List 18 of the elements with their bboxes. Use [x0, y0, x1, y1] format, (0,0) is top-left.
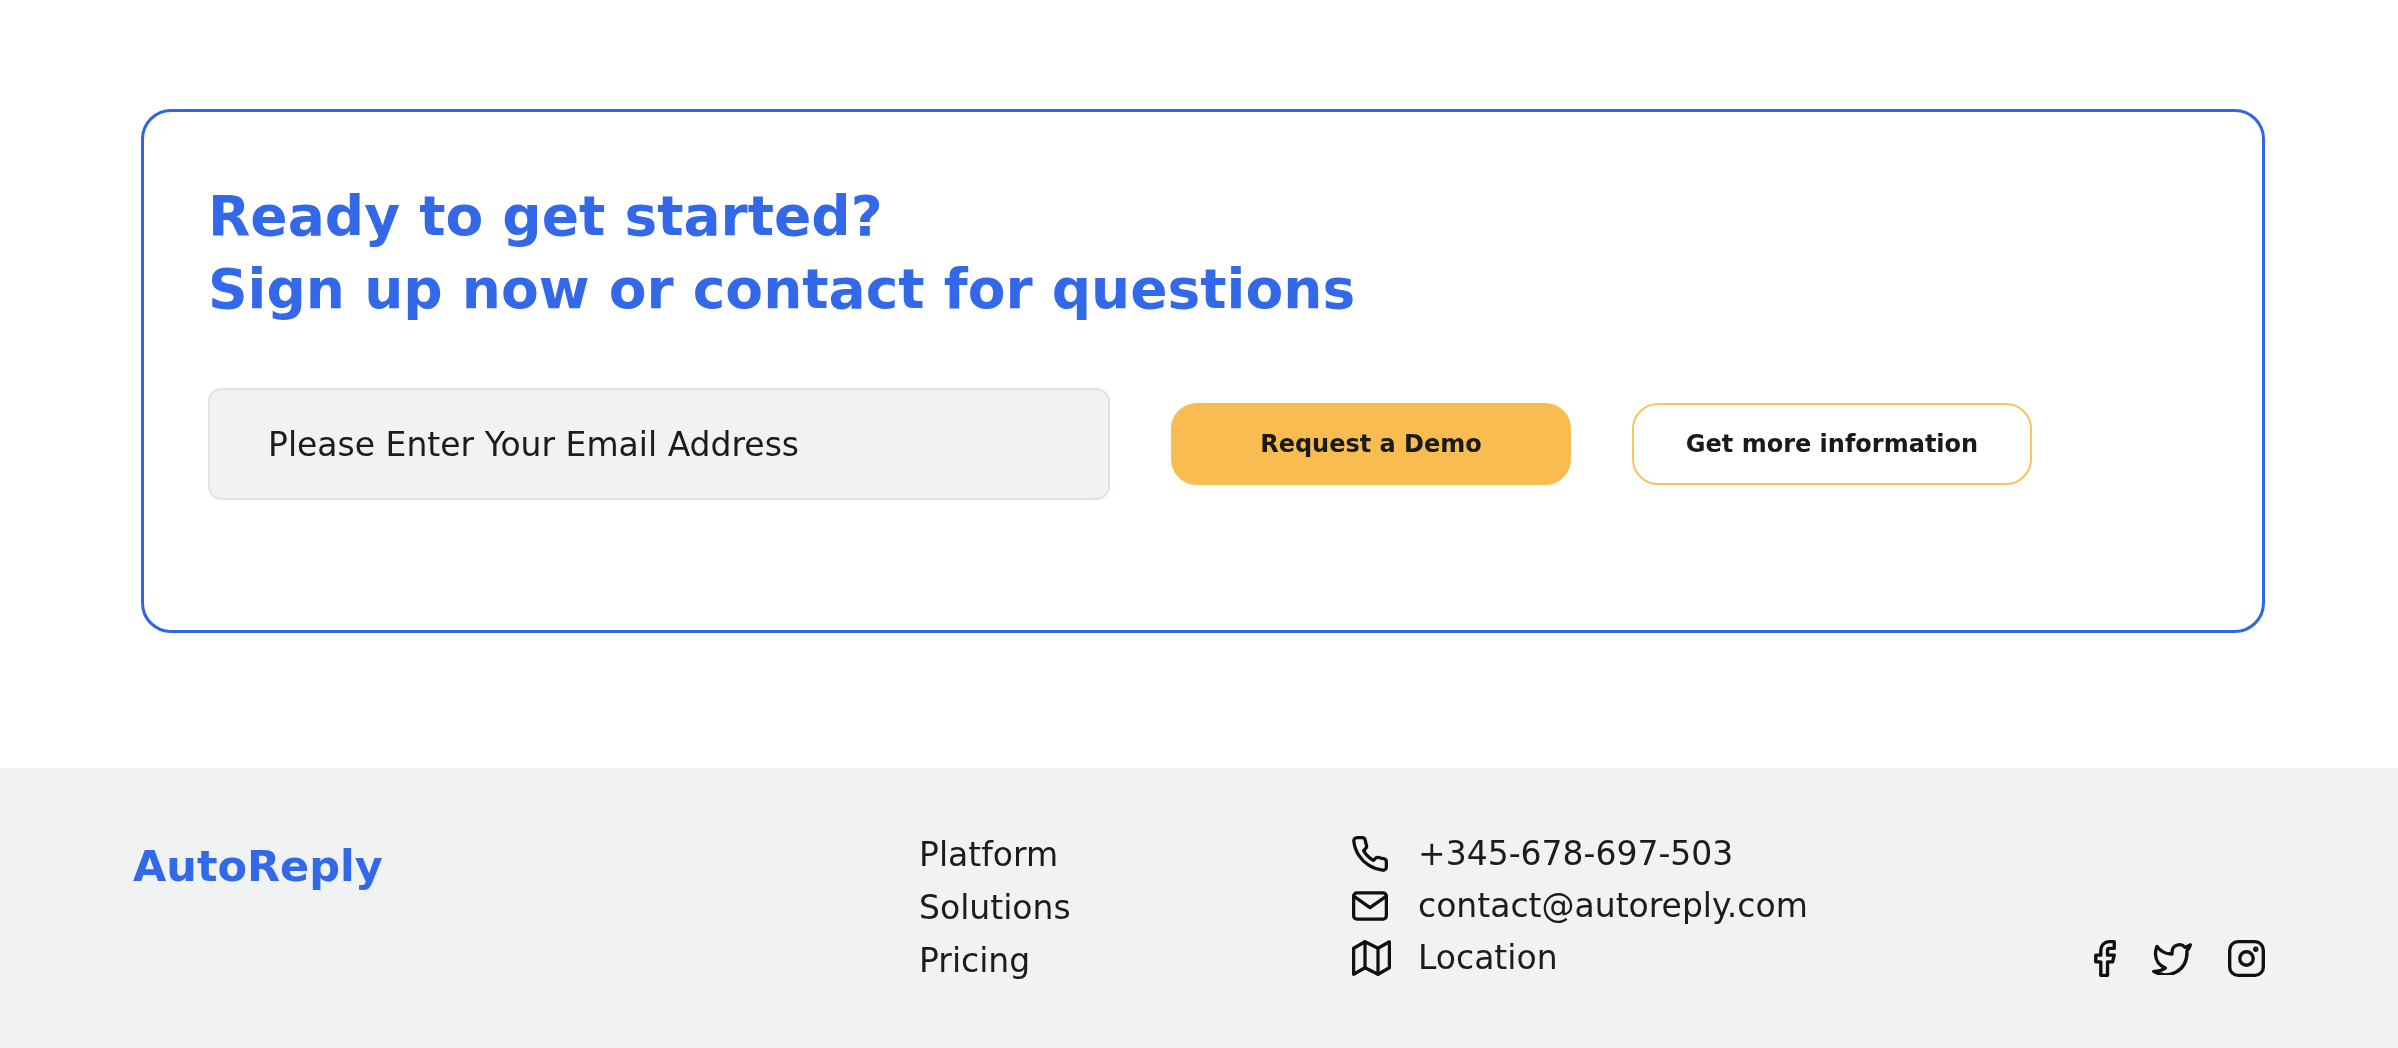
facebook-icon[interactable]: [2094, 940, 2116, 977]
phone-icon: [1352, 836, 1388, 872]
instagram-icon[interactable]: [2228, 940, 2265, 977]
footer-link[interactable]: Platform: [919, 828, 1059, 881]
email-link[interactable]: contact@autoreply.com: [1418, 880, 1808, 932]
footer-link[interactable]: Pricing: [919, 934, 1031, 987]
footer-link[interactable]: Solutions: [919, 881, 1071, 934]
map-icon: [1352, 940, 1391, 976]
location-link[interactable]: Location: [1418, 932, 1558, 984]
envelope-icon: [1352, 891, 1388, 921]
heading-title: Ready to get started?: [208, 183, 883, 250]
phone-number[interactable]: +345-678-697-503: [1418, 828, 1734, 880]
twitter-icon[interactable]: [2152, 942, 2192, 975]
more-info-button[interactable]: Get more information: [1632, 403, 2032, 485]
request-demo-button[interactable]: Request a Demo: [1171, 403, 1571, 485]
heading-subtitle: Sign up now or contact for questions: [208, 256, 1356, 323]
brand-logo[interactable]: AutoReply: [133, 841, 383, 891]
email-field[interactable]: Please Enter Your Email Address: [208, 388, 1110, 500]
